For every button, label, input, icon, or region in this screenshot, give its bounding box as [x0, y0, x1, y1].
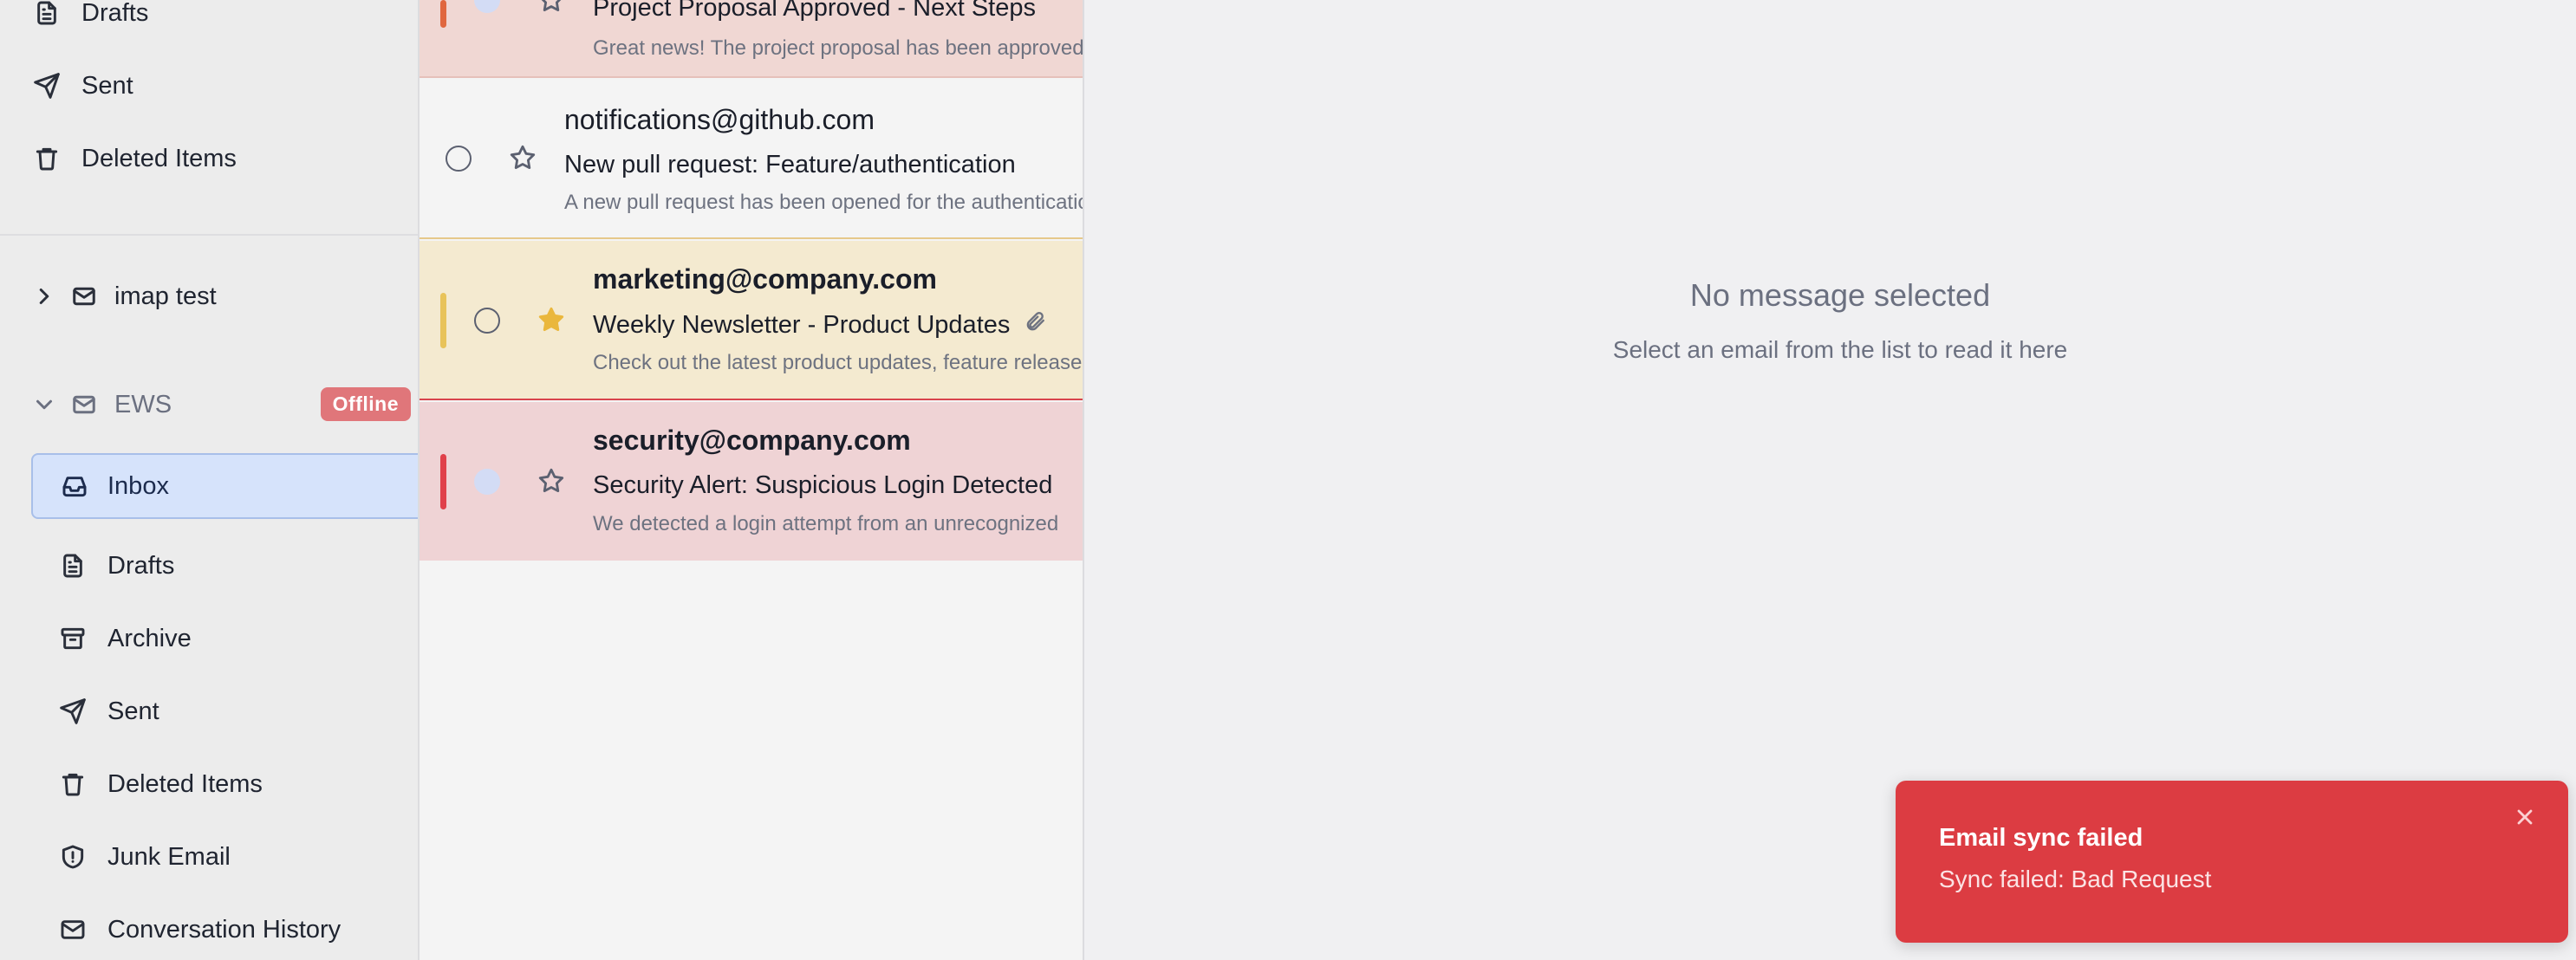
- message-subject: New pull request: Feature/authentication: [564, 151, 1016, 178]
- sidebar-item-label: Inbox: [107, 471, 169, 500]
- sidebar-item-label: Drafts: [107, 551, 175, 580]
- select-radio[interactable]: [446, 146, 472, 172]
- archive-icon: [57, 623, 88, 654]
- sidebar-item-archive[interactable]: Archive: [57, 607, 418, 670]
- message-preview: Great news! The project proposal has bee…: [593, 36, 1084, 60]
- sidebar-item-sent[interactable]: Sent: [57, 680, 418, 743]
- file-text-icon: [31, 0, 62, 29]
- file-text-icon: [57, 550, 88, 581]
- sidebar-item-label: Sent: [81, 71, 133, 100]
- sidebar-item-sent-top[interactable]: Sent: [31, 55, 418, 117]
- priority-indicator: [440, 0, 446, 28]
- account-ews[interactable]: EWS Offline: [31, 374, 418, 435]
- star-filled-icon[interactable]: [537, 305, 566, 334]
- message-preview: Check out the latest product updates, fe…: [593, 351, 1084, 374]
- send-icon: [57, 696, 88, 727]
- folder-sidebar: Drafts Sent Deleted Items imap test EWS …: [0, 0, 420, 960]
- mail-icon: [71, 390, 101, 419]
- trash-icon: [57, 769, 88, 800]
- sidebar-item-drafts-top[interactable]: Drafts: [31, 0, 418, 44]
- close-icon[interactable]: [2513, 805, 2539, 831]
- star-icon[interactable]: [537, 0, 566, 15]
- select-radio[interactable]: [474, 308, 500, 334]
- sidebar-item-label: Deleted Items: [81, 144, 237, 172]
- paperclip-icon: [1010, 310, 1046, 340]
- chevron-right-icon[interactable]: [31, 283, 57, 309]
- empty-state-subtitle: Select an email from the list to read it…: [1612, 336, 2068, 363]
- message-subject: Security Alert: Suspicious Login Detecte…: [593, 471, 1053, 499]
- toast-message: Sync failed: Bad Request: [1939, 866, 2212, 892]
- shield-alert-icon: [57, 841, 88, 872]
- unread-dot[interactable]: [474, 469, 500, 495]
- message-list: Project Proposal Approved - Next Steps G…: [420, 0, 1084, 960]
- send-icon: [31, 70, 62, 101]
- sidebar-item-label: Conversation History: [107, 915, 342, 944]
- sidebar-item-label: Drafts: [81, 0, 149, 27]
- message-preview: We detected a login attempt from an unre…: [593, 512, 1059, 535]
- sidebar-item-drafts[interactable]: Drafts: [57, 535, 418, 597]
- message-sender: marketing@company.com: [593, 263, 937, 295]
- mail-icon: [57, 914, 88, 945]
- chevron-down-icon[interactable]: [31, 392, 57, 418]
- message-row[interactable]: Project Proposal Approved - Next Steps G…: [420, 0, 1084, 78]
- priority-indicator: [440, 293, 446, 348]
- sidebar-item-label: Junk Email: [107, 842, 231, 871]
- sidebar-item-deleted-top[interactable]: Deleted Items: [31, 127, 418, 190]
- sidebar-item-junk[interactable]: Junk Email: [57, 826, 418, 888]
- sidebar-item-conversation-history[interactable]: Conversation History: [57, 898, 418, 960]
- status-badge: Offline: [320, 387, 411, 421]
- priority-indicator: [440, 454, 446, 509]
- account-name: imap test: [114, 282, 217, 310]
- message-subject: Project Proposal Approved - Next Steps: [593, 0, 1036, 22]
- toast-title: Email sync failed: [1939, 824, 2143, 852]
- account-imap-test[interactable]: imap test: [31, 266, 418, 327]
- message-row[interactable]: notifications@github.com New pull reques…: [420, 78, 1084, 239]
- unread-dot[interactable]: [474, 0, 500, 13]
- sidebar-item-inbox[interactable]: Inbox: [31, 453, 418, 519]
- account-name: EWS: [114, 390, 172, 418]
- trash-icon: [31, 143, 62, 174]
- mail-icon: [71, 282, 101, 311]
- message-row[interactable]: security@company.com Security Alert: Sus…: [420, 402, 1083, 561]
- sidebar-item-deleted[interactable]: Deleted Items: [57, 753, 418, 815]
- inbox-icon: [62, 477, 87, 497]
- star-icon[interactable]: [537, 466, 566, 496]
- sidebar-item-label: Sent: [107, 697, 159, 725]
- message-preview: A new pull request has been opened for t…: [564, 191, 1084, 214]
- star-icon[interactable]: [508, 143, 537, 172]
- sidebar-item-label: Deleted Items: [107, 769, 263, 798]
- error-toast: Email sync failed Sync failed: Bad Reque…: [1896, 781, 2568, 943]
- message-row[interactable]: marketing@company.com Weekly Newsletter …: [420, 241, 1084, 400]
- message-sender: notifications@github.com: [564, 104, 875, 135]
- empty-state-title: No message selected: [1689, 277, 1991, 313]
- sidebar-item-label: Archive: [107, 624, 192, 652]
- message-sender: security@company.com: [593, 425, 911, 456]
- sidebar-divider: [0, 234, 418, 236]
- message-subject: Weekly Newsletter - Product Updates: [593, 310, 1046, 340]
